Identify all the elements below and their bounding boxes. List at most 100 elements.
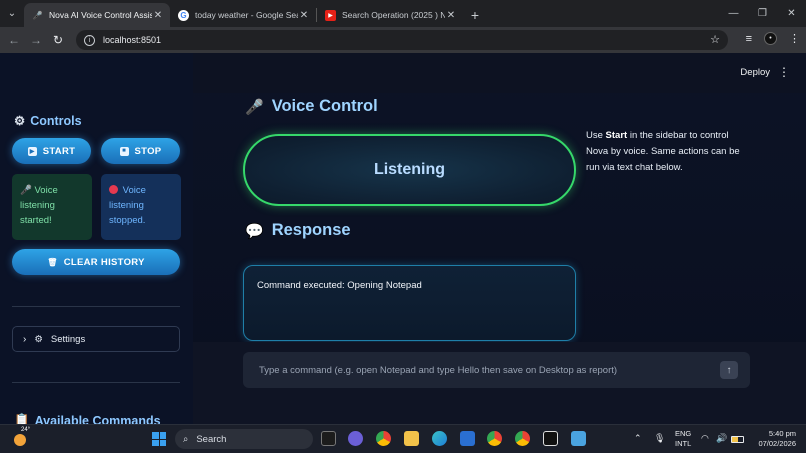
profile-avatar[interactable]: • [764,32,777,45]
lang-line1: ENG [675,429,692,438]
cursor-app-icon[interactable] [543,431,558,446]
available-commands-text: Available Commands [34,413,161,425]
send-arrow-icon[interactable]: ↑ [720,361,738,379]
battery-icon[interactable] [731,436,744,443]
youtube-icon: ▶ [325,9,336,21]
media-queue-icon[interactable]: ≡ [746,33,752,45]
wifi-icon[interactable]: ◠ [701,433,709,444]
tab-title: Search Operation (2025 ) New [342,10,445,20]
red-circle-icon [109,185,118,194]
tab-youtube[interactable]: ▶ Search Operation (2025 ) New ✕ [317,3,463,27]
microphone-icon: 🎤 [245,98,264,116]
minimize-icon[interactable]: — [719,0,748,27]
stop-button[interactable]: ■ STOP [101,138,180,164]
new-tab-icon[interactable]: + [463,3,487,27]
chrome-profile-icon[interactable] [487,431,502,446]
chrome-icon[interactable] [376,431,391,446]
url-text: localhost:8501 [103,35,162,45]
close-window-icon[interactable]: ✕ [777,0,806,27]
taskbar-search[interactable]: ⌕ Search [175,429,313,449]
tab-nova[interactable]: 🎤 Nova AI Voice Control Assistant ✕ [24,3,170,27]
sidebar: ⚙ Controls ▶ START ■ STOP 🎤 Voice listen… [0,53,193,424]
response-title: Response [271,221,351,239]
chat-input-area: Type a command (e.g. open Notepad and ty… [193,342,806,424]
usage-note: Use Start in the sidebar to control Nova… [586,128,746,176]
show-hidden-icons-chevron-icon[interactable]: ⌃ [634,433,642,444]
tab-google[interactable]: G today weather - Google Search ✕ [170,3,316,27]
task-view-icon[interactable] [321,431,336,446]
volume-icon[interactable]: 🔊 [716,433,727,444]
gear-icon: ⚙ [14,114,26,128]
close-tab-icon[interactable]: ✕ [152,10,164,21]
start-button[interactable]: ▶ START [12,138,91,164]
browser-menu-icon[interactable]: ⋮ [789,32,800,45]
site-info-icon[interactable]: i [84,34,95,46]
status-stopped-card: Voice listening stopped. [101,174,181,240]
response-box: Command executed: Opening Notepad [243,265,576,341]
temperature: 24° [21,427,31,433]
usage-note-prefix: Use [586,130,606,141]
stop-icon: ■ [119,146,129,156]
settings-label: Settings [50,333,86,345]
notepad-icon[interactable] [571,431,586,446]
search-icon: ⌕ [183,433,189,445]
windows-start-icon[interactable] [152,432,166,446]
microphone-icon: 🎤 [20,185,32,196]
teams-icon[interactable] [348,431,363,446]
voice-control-heading: 🎤 Voice Control [245,97,378,116]
controls-heading-text: Controls [30,113,82,128]
google-icon: G [178,9,189,21]
tab-search-chevron-icon[interactable]: ⌄ [0,0,24,27]
language-indicator[interactable]: ENG INTL [675,429,691,449]
trash-icon: 🗑 [47,257,58,267]
reload-icon[interactable]: ↻ [47,33,69,47]
clear-history-label: CLEAR HISTORY [63,256,145,268]
forward-icon[interactable]: → [25,33,47,47]
speech-bubble-icon: 💬 [245,222,264,240]
windows-taskbar: 24° ⌕ Search ⌃ 🎙 ENG INTL ◠ 🔊 5:40 pm 07… [0,424,806,453]
voice-control-title: Voice Control [271,97,378,115]
back-icon[interactable]: ← [3,33,25,47]
edge-icon[interactable] [432,431,447,446]
clipboard-icon: 📋 [14,413,30,424]
tab-title: today weather - Google Search [195,10,298,20]
toolbar-right: ≡ • ⋮ [746,32,800,45]
close-tab-icon[interactable]: ✕ [298,10,310,21]
status-started-card: 🎤 Voice listening started! [12,174,92,240]
main-content: 🎤 Voice Control Listening Use Start in t… [193,53,806,424]
clock[interactable]: 5:40 pm 07/02/2026 [752,429,796,449]
clock-date: 07/02/2026 [758,439,796,448]
response-heading: 💬 Response [245,221,351,240]
chrome-profile-2-icon[interactable] [515,431,530,446]
start-button-label: START [42,145,76,157]
restore-icon[interactable]: ❐ [748,0,777,27]
microphone-tray-icon[interactable]: 🎙 [654,433,665,444]
sun-icon [14,434,26,446]
chat-placeholder: Type a command (e.g. open Notepad and ty… [259,364,618,376]
lang-line2: INTL [675,439,692,448]
address-bar[interactable]: i localhost:8501 ☆ [76,30,728,50]
chat-input[interactable]: Type a command (e.g. open Notepad and ty… [243,352,750,388]
file-explorer-icon[interactable] [404,431,419,446]
streamlit-app: ⚙ Controls ▶ START ■ STOP 🎤 Voice listen… [0,53,806,424]
response-text: Command executed: Opening Notepad [257,280,422,291]
bookmark-star-icon[interactable]: ☆ [710,33,720,46]
controls-heading: ⚙ Controls [14,113,82,129]
usage-note-bold: Start [605,130,628,141]
store-icon[interactable] [460,431,475,446]
divider [12,306,180,307]
browser-toolbar: ← → ↻ i localhost:8501 ☆ ≡ • ⋮ [0,27,806,53]
weather-widget[interactable]: 24° [12,427,31,448]
stop-button-label: STOP [134,145,162,157]
close-tab-icon[interactable]: ✕ [445,10,457,21]
gear-icon: ⚙ [34,333,43,345]
clock-time: 5:40 pm [768,429,796,438]
available-commands-heading: 📋 Available Commands [14,413,161,424]
divider [12,382,180,383]
settings-expander[interactable]: › ⚙ Settings [12,326,180,352]
browser-tabbar: ⌄ 🎤 Nova AI Voice Control Assistant ✕ G … [0,0,806,27]
taskbar-search-label: Search [196,433,227,445]
clear-history-button[interactable]: 🗑 CLEAR HISTORY [12,249,180,275]
listening-indicator: Listening [243,134,576,206]
play-icon: ▶ [27,146,37,156]
